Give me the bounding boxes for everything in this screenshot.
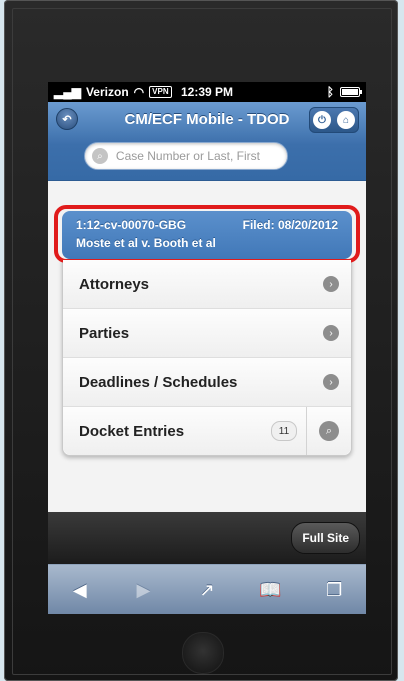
forward-arrow-icon[interactable]: ▶ (123, 580, 163, 601)
case-summary[interactable]: 1:12-cv-00070-GBG Filed: 08/20/2012 Most… (62, 211, 352, 259)
status-bar: ▂▄▆ Verizon ◠ VPN 12:39 PM ᛒ (48, 82, 366, 102)
bluetooth-icon: ᛒ (326, 85, 334, 99)
menu-item-parties[interactable]: Parties › (63, 309, 351, 358)
wifi-icon: ◠ (133, 85, 145, 99)
chevron-right-icon: › (323, 276, 339, 292)
power-button[interactable]: ⏻ (313, 111, 331, 129)
power-icon: ⏻ (318, 114, 326, 126)
header-actions: ⏻ ⌂ (309, 107, 359, 133)
search-icon: ⌕ (92, 148, 108, 164)
menu-item-label: Docket Entries (79, 422, 185, 440)
chevron-right-icon: › (323, 325, 339, 341)
main-content: 1:12-cv-00070-GBG Filed: 08/20/2012 Most… (48, 181, 366, 456)
menu-item-label: Parties (79, 324, 130, 342)
browser-toolbar: ◀ ▶ ↗ 📖 ❐ (48, 564, 366, 614)
tabs-icon[interactable]: ❐ (314, 580, 354, 601)
search-icon: ⌕ (319, 421, 339, 441)
menu-item-label: Attorneys (79, 275, 150, 293)
search-input[interactable] (113, 148, 287, 164)
case-title: Moste et al v. Booth et al (76, 236, 216, 250)
search-field: ⌕ (84, 142, 288, 170)
case-number: 1:12-cv-00070-GBG (76, 218, 187, 232)
case-filed-date: Filed: 08/20/2012 (242, 218, 338, 232)
case-menu: Attorneys › Parties › Deadlines / Schedu… (62, 259, 352, 456)
carrier-label: Verizon (85, 85, 129, 99)
full-site-button[interactable]: Full Site (291, 522, 360, 554)
docket-count-badge: 11 (271, 421, 297, 441)
vpn-badge: VPN (149, 86, 172, 98)
device-home-button[interactable] (182, 632, 224, 674)
app-footer: Full Site (48, 512, 366, 564)
signal-icon: ▂▄▆ (54, 85, 81, 99)
bookmarks-icon[interactable]: 📖 (251, 580, 291, 601)
back-arrow-icon[interactable]: ◀ (60, 580, 100, 601)
menu-item-label: Deadlines / Schedules (79, 373, 238, 391)
app-header: ↶ CM/ECF Mobile - TDOD ⏻ ⌂ ⌕ (48, 102, 366, 181)
battery-icon (340, 87, 362, 97)
home-icon: ⌂ (342, 114, 350, 126)
menu-item-deadlines[interactable]: Deadlines / Schedules › (63, 358, 351, 407)
menu-item-attorneys[interactable]: Attorneys › (63, 260, 351, 309)
phone-screen: ▂▄▆ Verizon ◠ VPN 12:39 PM ᛒ ↶ CM/ECF Mo… (48, 82, 366, 614)
phone-device: ▂▄▆ Verizon ◠ VPN 12:39 PM ᛒ ↶ CM/ECF Mo… (4, 0, 398, 681)
home-button[interactable]: ⌂ (337, 111, 355, 129)
docket-search-button[interactable]: ⌕ (306, 407, 351, 455)
share-icon[interactable]: ↗ (187, 580, 227, 601)
chevron-right-icon: › (323, 374, 339, 390)
menu-item-docket-entries[interactable]: Docket Entries 11 ⌕ (63, 407, 351, 455)
